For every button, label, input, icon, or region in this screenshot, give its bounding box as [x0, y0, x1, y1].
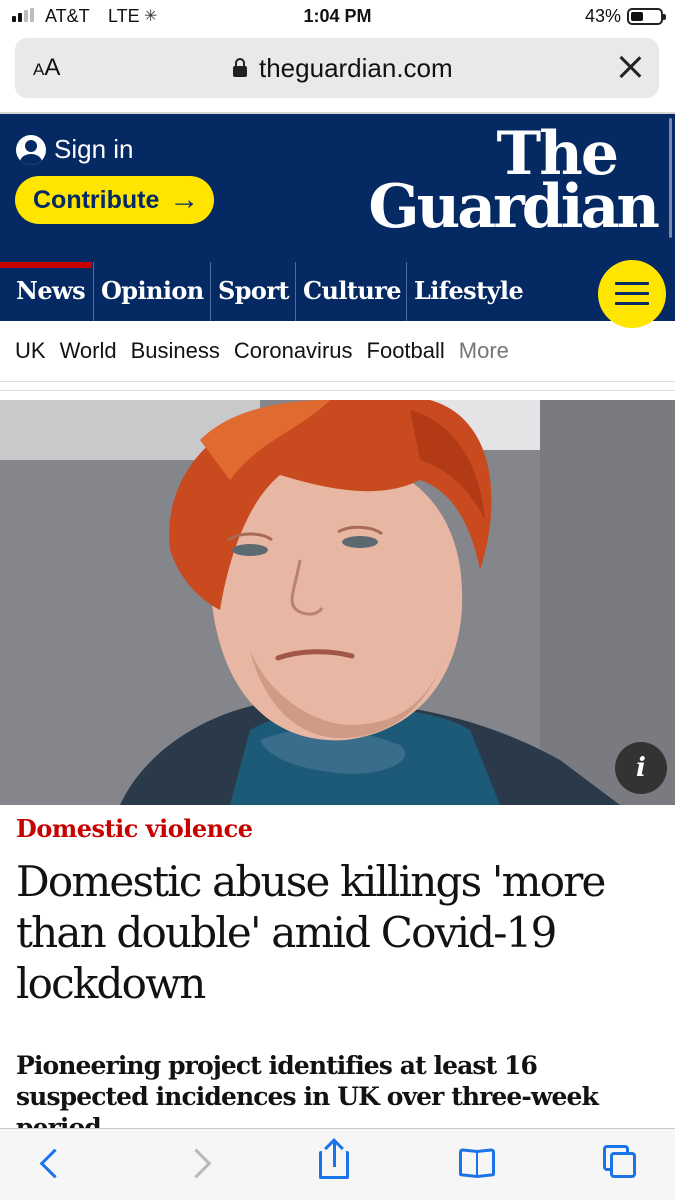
pillar-lifestyle[interactable]: Lifestyle: [406, 262, 556, 321]
subnav-uk[interactable]: UK: [15, 338, 46, 364]
article-kicker[interactable]: Domestic violence: [16, 814, 253, 843]
contribute-button[interactable]: Contribute →: [15, 176, 214, 224]
article-headline: Domestic abuse killings 'more than doubl…: [16, 857, 606, 1008]
pillar-opinion[interactable]: Opinion: [93, 262, 210, 321]
close-icon[interactable]: [617, 54, 643, 80]
nav-divider: [0, 381, 675, 382]
arrow-right-icon: →: [169, 183, 200, 216]
logo-line-guardian: Guardian: [368, 171, 660, 242]
image-info-button[interactable]: i: [615, 742, 667, 794]
scrollbar[interactable]: [669, 118, 672, 238]
forward-icon[interactable]: [170, 1129, 230, 1200]
text-size-button[interactable]: AA: [33, 54, 60, 82]
nav-divider: [0, 390, 675, 391]
bookmarks-icon[interactable]: [447, 1129, 507, 1200]
sign-in-link[interactable]: Sign in: [16, 134, 134, 165]
subnav-business[interactable]: Business: [131, 338, 220, 364]
pillar-sport[interactable]: Sport: [210, 262, 295, 321]
sub-nav: UK World Business Coronavirus Football M…: [0, 321, 675, 381]
subnav-more[interactable]: More: [459, 338, 509, 364]
pillar-culture[interactable]: Culture: [295, 262, 406, 321]
status-bar: AT&T LTE ✳ 1:04 PM 43%: [0, 0, 675, 34]
hero-image: [0, 400, 675, 805]
menu-button[interactable]: [598, 260, 666, 328]
subnav-coronavirus[interactable]: Coronavirus: [234, 338, 353, 364]
pillar-nav: News Opinion Sport Culture Lifestyle: [0, 262, 675, 321]
battery-icon: [627, 8, 666, 25]
status-time: 1:04 PM: [303, 6, 372, 26]
share-icon[interactable]: [302, 1129, 362, 1200]
lock-icon: [233, 58, 247, 77]
subnav-world[interactable]: World: [60, 338, 117, 364]
guardian-logo[interactable]: The Guardian: [368, 124, 660, 242]
contribute-label: Contribute: [33, 185, 160, 214]
browser-toolbar: [0, 1128, 675, 1200]
pillar-news[interactable]: News: [0, 262, 93, 321]
back-icon[interactable]: [20, 1129, 80, 1200]
battery-percent: 43%: [584, 6, 621, 26]
sign-in-label: Sign in: [54, 134, 134, 164]
address-bar[interactable]: AA theguardian.com: [15, 38, 659, 98]
url-domain[interactable]: theguardian.com: [259, 53, 453, 84]
site-header: Sign in Contribute → The Guardian: [0, 114, 675, 262]
battery-level-fill: [631, 12, 644, 21]
portrait-illustration: [0, 400, 675, 805]
tabs-icon[interactable]: [590, 1129, 650, 1200]
user-icon: [16, 134, 46, 165]
subnav-football[interactable]: Football: [367, 338, 445, 364]
